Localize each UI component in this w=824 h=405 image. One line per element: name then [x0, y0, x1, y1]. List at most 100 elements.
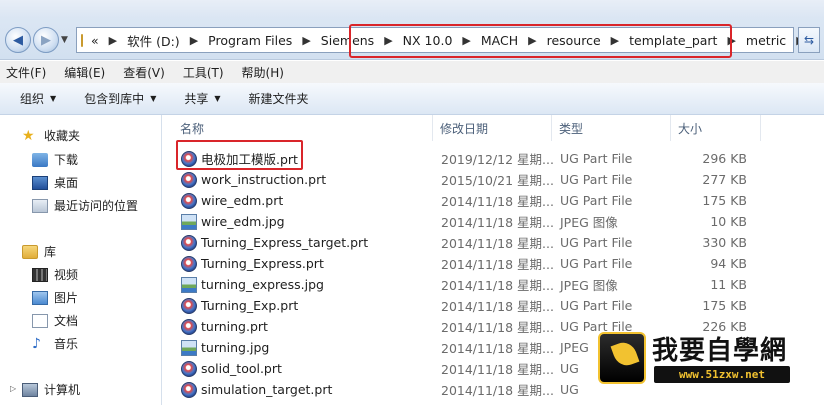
- nav-label: 下载: [54, 153, 79, 167]
- breadcrumb-overflow[interactable]: «: [91, 33, 99, 48]
- breadcrumb-template-part[interactable]: template_part: [629, 33, 717, 48]
- nav-libraries[interactable]: 库: [22, 243, 56, 260]
- library-icon: [22, 244, 38, 259]
- file-row[interactable]: turning_express.jpg 2014/11/18 星期... JPEG …: [163, 274, 824, 295]
- file-size: 296 KB: [702, 151, 747, 166]
- nav-documents[interactable]: 文档: [32, 312, 78, 329]
- ug-part-file-icon: [181, 297, 197, 314]
- refresh-icon: ⇆: [803, 33, 815, 47]
- file-name: solid_tool.prt: [201, 361, 282, 376]
- arrow-left-icon: ◀: [13, 32, 23, 48]
- file-date: 2014/11/18 星期...: [441, 320, 554, 335]
- file-date: 2014/11/18 星期...: [441, 362, 554, 377]
- nav-downloads[interactable]: 下载: [32, 151, 78, 168]
- breadcrumb-metric[interactable]: metric: [746, 33, 786, 48]
- nav-label: 桌面: [54, 176, 79, 190]
- file-date: 2014/11/18 星期...: [441, 278, 554, 293]
- folder-icon: [81, 33, 83, 47]
- star-icon: ★: [22, 127, 35, 144]
- forward-button[interactable]: ▶: [33, 27, 59, 53]
- menu-bar: 文件(F) 编辑(E) 查看(V) 工具(T) 帮助(H): [0, 61, 824, 83]
- menu-help[interactable]: 帮助(H): [242, 64, 284, 81]
- file-name: turning_express.jpg: [201, 277, 324, 292]
- file-type: JPEG: [560, 340, 589, 355]
- new-folder-button[interactable]: 新建文件夹: [249, 90, 309, 107]
- file-row[interactable]: Turning_Express_target.prt 2014/11/18 星期.…: [163, 232, 824, 253]
- nav-videos[interactable]: 视频: [32, 266, 78, 283]
- nav-music[interactable]: ♪ 音乐: [32, 335, 78, 352]
- file-name: turning.prt: [201, 319, 268, 334]
- recent-places-icon: [32, 198, 48, 213]
- nav-label: 计算机: [44, 383, 81, 397]
- nav-recent[interactable]: 最近访问的位置: [32, 197, 138, 214]
- file-name: simulation_target.prt: [201, 382, 333, 397]
- file-size: 94 KB: [710, 256, 747, 271]
- file-row[interactable]: work_instruction.prt 2015/10/21 星期... UG P…: [163, 169, 824, 190]
- breadcrumb-nx10[interactable]: NX 10.0: [403, 33, 453, 48]
- share-button[interactable]: 共享 ▼: [184, 90, 220, 107]
- video-icon: [32, 267, 48, 282]
- file-date: 2015/10/21 星期...: [441, 173, 554, 188]
- file-name: wire_edm.prt: [201, 193, 284, 208]
- organize-label: 组织: [20, 92, 45, 106]
- leaf-icon: [610, 338, 640, 370]
- expand-icon[interactable]: ▷: [10, 384, 16, 393]
- title-strip: [0, 0, 824, 18]
- file-name: Turning_Exp.prt: [201, 298, 299, 313]
- file-date: 2014/11/18 星期...: [441, 194, 554, 209]
- file-type: JPEG 图像: [560, 215, 618, 230]
- ug-part-file-icon: [181, 192, 197, 209]
- breadcrumb-mach[interactable]: MACH: [481, 33, 518, 48]
- file-name: Turning_Express.prt: [201, 256, 324, 271]
- navigation-pane: ★ 收藏夹 下载 桌面 最近访问的位置 库 视频 图片 文档 ♪ 音乐 ▷ 计算机: [0, 115, 162, 405]
- nav-pictures[interactable]: 图片: [32, 289, 78, 306]
- nav-label: 收藏夹: [44, 129, 81, 143]
- column-name[interactable]: 名称: [173, 115, 433, 141]
- include-in-library-button[interactable]: 包含到库中 ▼: [84, 90, 156, 107]
- menu-file[interactable]: 文件(F): [6, 64, 46, 81]
- share-label: 共享: [184, 92, 209, 106]
- file-date: 2014/11/18 星期...: [441, 341, 554, 356]
- address-bar[interactable]: « ▶ 软件 (D:) ▶ Program Files ▶ Siemens ▶ …: [76, 27, 805, 53]
- menu-tools[interactable]: 工具(T): [183, 64, 224, 81]
- file-type: UG Part File: [560, 298, 633, 313]
- breadcrumb-drive[interactable]: 软件 (D:): [127, 31, 180, 50]
- address-area: ◀ ▶ ▼ « ▶ 软件 (D:) ▶ Program Files ▶ Siem…: [0, 0, 824, 60]
- watermark-url: www.51zxw.net: [654, 366, 790, 383]
- document-icon: [32, 313, 48, 328]
- new-folder-label: 新建文件夹: [248, 92, 309, 106]
- refresh-button[interactable]: ⇆: [798, 27, 820, 53]
- jpeg-file-icon: [181, 339, 197, 356]
- nav-label: 图片: [54, 291, 79, 305]
- file-date: 2014/11/18 星期...: [441, 257, 554, 272]
- history-dropdown-icon[interactable]: ▼: [61, 35, 68, 45]
- file-row[interactable]: 电极加工模版.prt 2019/12/12 星期... UG Part File 29…: [163, 148, 824, 169]
- column-size[interactable]: 大小: [671, 115, 761, 141]
- file-size: 175 KB: [702, 298, 747, 313]
- column-type[interactable]: 类型: [552, 115, 671, 141]
- breadcrumb-siemens[interactable]: Siemens: [321, 33, 374, 48]
- file-date: 2014/11/18 星期...: [441, 383, 554, 398]
- nav-favorites[interactable]: ★ 收藏夹: [22, 127, 80, 144]
- file-row[interactable]: Turning_Exp.prt 2014/11/18 星期... UG Part F…: [163, 295, 824, 316]
- back-button[interactable]: ◀: [5, 27, 31, 53]
- column-date[interactable]: 修改日期: [433, 115, 552, 141]
- nav-label: 视频: [54, 268, 79, 282]
- file-row[interactable]: wire_edm.jpg 2014/11/18 星期... JPEG 图像 10 KB: [163, 211, 824, 232]
- file-row[interactable]: wire_edm.prt 2014/11/18 星期... UG Part File…: [163, 190, 824, 211]
- file-type: JPEG 图像: [560, 278, 618, 293]
- file-size: 175 KB: [702, 193, 747, 208]
- nav-desktop[interactable]: 桌面: [32, 174, 78, 191]
- menu-edit[interactable]: 编辑(E): [64, 64, 105, 81]
- menu-view[interactable]: 查看(V): [123, 64, 165, 81]
- file-row[interactable]: Turning_Express.prt 2014/11/18 星期... UG Pa…: [163, 253, 824, 274]
- chevron-down-icon: ▼: [50, 94, 57, 103]
- file-size: 330 KB: [702, 235, 747, 250]
- nav-label: 文档: [54, 314, 79, 328]
- ug-part-file-icon: [181, 150, 197, 167]
- organize-button[interactable]: 组织 ▼: [20, 90, 56, 107]
- nav-computer[interactable]: 计算机: [22, 381, 80, 398]
- file-date: 2014/11/18 星期...: [441, 215, 554, 230]
- breadcrumb-program-files[interactable]: Program Files: [208, 33, 292, 48]
- breadcrumb-resource[interactable]: resource: [547, 33, 601, 48]
